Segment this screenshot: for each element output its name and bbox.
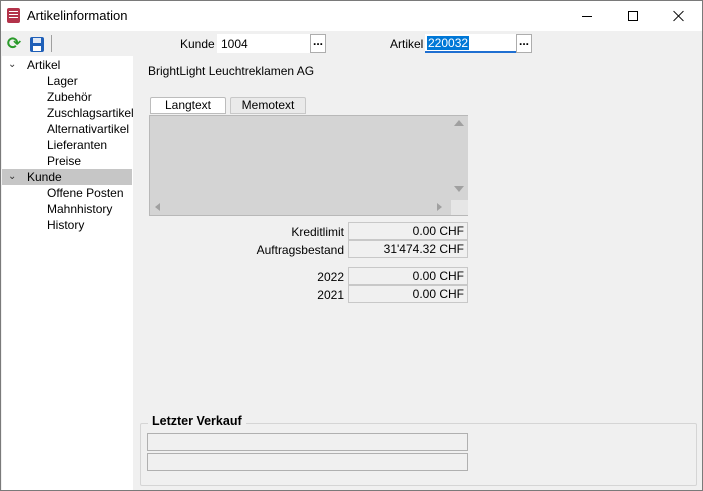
letzter-verkauf-title: Letzter Verkauf bbox=[148, 414, 246, 428]
letzter-verkauf-field bbox=[147, 433, 468, 451]
tree-item-label: History bbox=[47, 218, 85, 232]
tree-item-label: Zubehör bbox=[47, 90, 92, 104]
chevron-down-icon[interactable]: ⌄ bbox=[8, 57, 16, 73]
tree-item-preise[interactable]: Preise bbox=[2, 153, 132, 169]
app-icon bbox=[7, 8, 20, 23]
tab-memotext[interactable]: Memotext bbox=[230, 97, 306, 114]
kreditlimit-value: 0.00 CHF bbox=[348, 222, 468, 240]
tree-item-kunde[interactable]: ⌄ Kunde bbox=[2, 169, 132, 185]
title-bar: Artikelinformation bbox=[1, 1, 702, 31]
tree-item-label: Alternativartikel bbox=[47, 122, 130, 136]
scrollbar-corner bbox=[451, 200, 468, 215]
year-label: 2021 bbox=[317, 288, 344, 302]
toolbar-separator bbox=[51, 35, 52, 52]
maximize-button[interactable] bbox=[610, 1, 656, 31]
tree-item-lieferanten[interactable]: Lieferanten bbox=[2, 137, 132, 153]
tree-item-history[interactable]: History bbox=[2, 217, 132, 233]
artikel-label: Artikel bbox=[390, 37, 424, 51]
auftragsbestand-label: Auftragsbestand bbox=[256, 243, 344, 257]
horizontal-scrollbar[interactable] bbox=[150, 200, 451, 215]
langtext-textarea[interactable] bbox=[149, 115, 468, 216]
vertical-scrollbar[interactable] bbox=[451, 116, 468, 200]
tree-item-label: Zuschlagsartikel bbox=[47, 106, 134, 120]
save-button[interactable] bbox=[27, 34, 47, 54]
tree-item-label: Lieferanten bbox=[47, 138, 108, 152]
refresh-button[interactable]: ⟳ bbox=[4, 34, 24, 54]
kreditlimit-label: Kreditlimit bbox=[291, 225, 344, 239]
year-value: 0.00 CHF bbox=[348, 267, 468, 285]
maximize-icon bbox=[628, 11, 638, 21]
navigation-tree: ⌄ Artikel Lager Zubehör Zuschlagsartikel… bbox=[2, 56, 134, 490]
minimize-icon bbox=[582, 15, 592, 17]
kunde-label: Kunde bbox=[180, 37, 215, 51]
tree-item-label: Preise bbox=[47, 154, 82, 168]
year-value: 0.00 CHF bbox=[348, 285, 468, 303]
scroll-left-icon[interactable] bbox=[155, 203, 160, 211]
customer-name: BrightLight Leuchtreklamen AG bbox=[148, 64, 315, 78]
kunde-lookup-button[interactable]: ... bbox=[310, 34, 326, 53]
tree-item-offene-posten[interactable]: Offene Posten bbox=[2, 185, 132, 201]
scroll-down-icon[interactable] bbox=[454, 186, 464, 192]
kunde-input[interactable] bbox=[217, 34, 310, 53]
tree-item-label: Offene Posten bbox=[47, 186, 124, 200]
tree-item-lager[interactable]: Lager bbox=[2, 73, 132, 89]
refresh-icon: ⟳ bbox=[6, 33, 22, 54]
scroll-up-icon[interactable] bbox=[454, 120, 464, 126]
tab-langtext[interactable]: Langtext bbox=[150, 97, 226, 114]
artikel-value: 220032 bbox=[427, 36, 470, 50]
toolbar: ⟳ Kunde ... Artikel 220032 ... bbox=[1, 31, 702, 56]
auftragsbestand-value: 31'474.32 CHF bbox=[348, 240, 468, 258]
tree-item-zuschlagsartikel[interactable]: Zuschlagsartikel bbox=[2, 105, 134, 121]
save-icon bbox=[30, 36, 44, 52]
year-label: 2022 bbox=[317, 270, 344, 284]
detail-panel: BrightLight Leuchtreklamen AG Langtext M… bbox=[134, 56, 702, 490]
tree-item-label: Mahnhistory bbox=[47, 202, 113, 216]
close-icon bbox=[673, 10, 685, 22]
tree-item-alternativartikel[interactable]: Alternativartikel bbox=[2, 121, 132, 137]
window-title: Artikelinformation bbox=[27, 8, 128, 23]
app-window: Artikelinformation ⟳ Kunde ... Artikel 2… bbox=[0, 0, 703, 491]
artikel-lookup-button[interactable]: ... bbox=[516, 34, 532, 53]
tree-item-mahnhistory[interactable]: Mahnhistory bbox=[2, 201, 132, 217]
minimize-button[interactable] bbox=[564, 1, 610, 31]
tree-item-label: Artikel bbox=[27, 58, 61, 72]
scroll-right-icon[interactable] bbox=[437, 203, 442, 211]
tree-item-label: Lager bbox=[47, 74, 78, 88]
chevron-down-icon[interactable]: ⌄ bbox=[8, 169, 16, 185]
letzter-verkauf-field bbox=[147, 453, 468, 471]
artikel-input[interactable]: 220032 bbox=[425, 34, 516, 53]
close-button[interactable] bbox=[656, 1, 702, 31]
tree-item-zubehoer[interactable]: Zubehör bbox=[2, 89, 132, 105]
tree-item-artikel[interactable]: ⌄ Artikel bbox=[2, 57, 132, 73]
tree-item-label: Kunde bbox=[27, 170, 62, 184]
